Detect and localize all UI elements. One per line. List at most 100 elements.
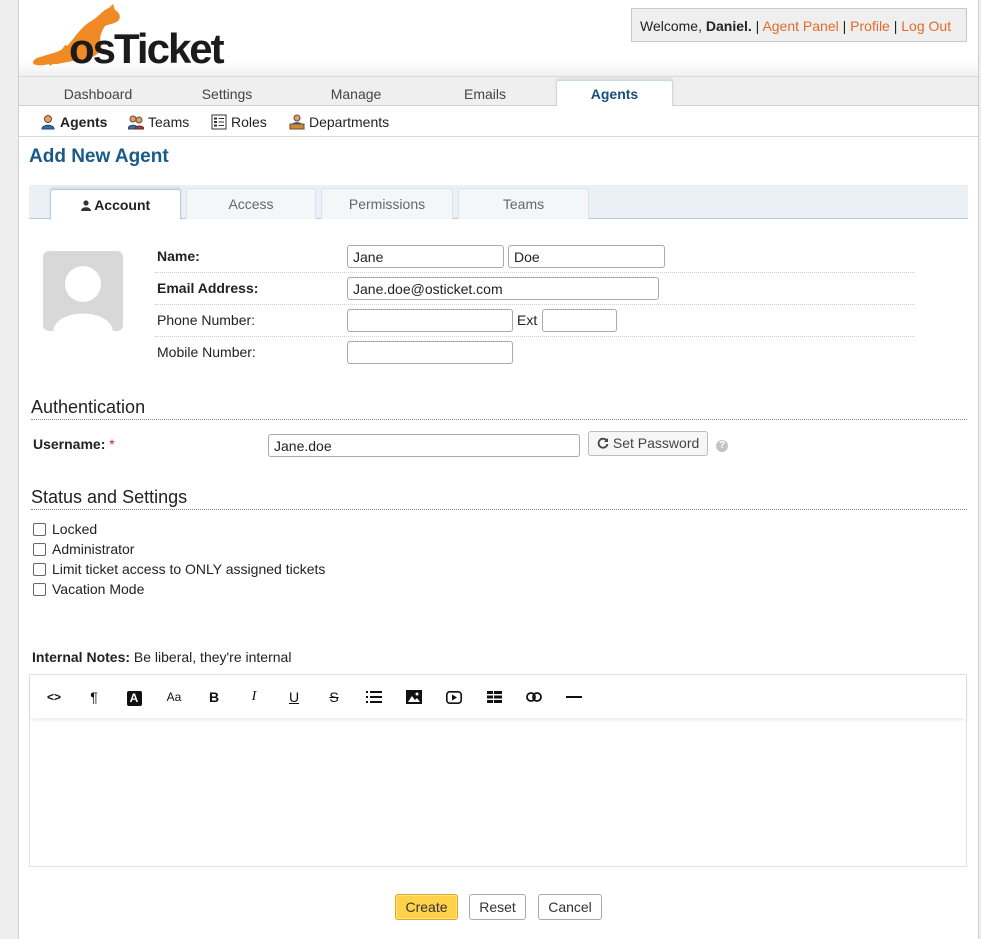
- name-label: Name:: [157, 248, 200, 264]
- username-label: Username:: [33, 436, 106, 452]
- agent-panel-link[interactable]: Agent Panel: [762, 18, 838, 34]
- video-icon[interactable]: [443, 687, 465, 707]
- strikethrough-icon[interactable]: S: [323, 687, 345, 707]
- main-nav: Dashboard Settings Manage Emails Agents: [19, 76, 978, 108]
- editor-content-area[interactable]: [30, 718, 966, 866]
- limit-access-label: Limit ticket access to ONLY assigned tic…: [52, 561, 326, 577]
- subnav-item-teams[interactable]: Teams: [128, 112, 189, 132]
- help-icon[interactable]: ?: [716, 440, 728, 452]
- subnav-label: Roles: [231, 114, 267, 130]
- administrator-checkbox[interactable]: [33, 543, 46, 556]
- section-divider: [31, 509, 967, 510]
- underline-icon[interactable]: U: [283, 687, 305, 707]
- image-glyph: [406, 690, 422, 704]
- tab-access[interactable]: Access: [186, 188, 316, 219]
- departments-icon: [289, 114, 305, 130]
- roles-icon: [211, 114, 227, 130]
- image-icon[interactable]: [403, 687, 425, 707]
- tab-account[interactable]: Account: [50, 189, 181, 220]
- phone-input[interactable]: [347, 309, 513, 332]
- tab-teams[interactable]: Teams: [458, 188, 589, 219]
- set-password-button[interactable]: Set Password: [588, 431, 708, 456]
- subnav-item-departments[interactable]: Departments: [289, 112, 389, 132]
- vacation-mode-checkbox-row[interactable]: Vacation Mode: [33, 580, 144, 598]
- username-label-wrap: Username: *: [33, 436, 115, 452]
- locked-label: Locked: [52, 521, 98, 537]
- header: osTicket Welcome, Daniel. | Agent Panel …: [19, 0, 978, 76]
- cancel-button[interactable]: Cancel: [538, 894, 602, 920]
- subnav-item-agents[interactable]: Agents: [40, 112, 107, 132]
- refresh-icon: [597, 437, 609, 449]
- page-container: osTicket Welcome, Daniel. | Agent Panel …: [18, 0, 979, 939]
- authentication-heading: Authentication: [31, 397, 146, 417]
- first-name-input[interactable]: [347, 245, 504, 268]
- tab-permissions[interactable]: Permissions: [321, 188, 453, 219]
- nav-tab-emails[interactable]: Emails: [420, 77, 550, 107]
- link-glyph: [526, 692, 542, 702]
- user-info-box: Welcome, Daniel. | Agent Panel | Profile…: [631, 8, 967, 42]
- username-input[interactable]: [268, 434, 580, 457]
- horizontal-rule-glyph: [566, 696, 582, 698]
- separator: |: [838, 18, 851, 34]
- ext-label: Ext: [517, 312, 538, 328]
- nav-tab-agents[interactable]: Agents: [556, 80, 673, 108]
- email-row: Email Address:: [155, 273, 915, 305]
- nav-tab-dashboard[interactable]: Dashboard: [33, 77, 163, 107]
- html-icon[interactable]: <>: [43, 687, 65, 707]
- separator: |: [751, 18, 763, 34]
- form-tabs: Account Access Permissions Teams: [29, 185, 968, 220]
- vacation-mode-checkbox[interactable]: [33, 583, 46, 596]
- notes-label: Internal Notes:: [32, 649, 131, 665]
- link-icon[interactable]: [523, 687, 545, 707]
- vacation-mode-label: Vacation Mode: [52, 581, 145, 597]
- locked-checkbox[interactable]: [33, 523, 46, 536]
- name-row: Name:: [155, 241, 915, 273]
- last-name-input[interactable]: [508, 245, 665, 268]
- paragraph-icon[interactable]: ¶: [83, 687, 105, 707]
- phone-label: Phone Number:: [157, 312, 256, 328]
- subnav-label: Teams: [148, 114, 190, 130]
- text-color-glyph: A: [126, 691, 142, 706]
- mobile-input[interactable]: [347, 341, 513, 364]
- profile-link[interactable]: Profile: [850, 18, 890, 34]
- required-mark: *: [109, 436, 115, 452]
- set-password-label: Set Password: [612, 435, 700, 451]
- italic-icon[interactable]: I: [243, 687, 265, 707]
- table-icon[interactable]: [483, 687, 505, 707]
- font-size-icon[interactable]: Aa: [163, 687, 185, 707]
- nav-tab-settings[interactable]: Settings: [162, 77, 292, 107]
- table-glyph: [486, 691, 502, 703]
- sub-nav: Agents Teams Roles Departments: [19, 106, 978, 137]
- list-icon[interactable]: [363, 687, 385, 707]
- locked-checkbox-row[interactable]: Locked: [33, 520, 97, 538]
- osticket-logo[interactable]: osTicket: [27, 2, 237, 72]
- limit-access-checkbox-row[interactable]: Limit ticket access to ONLY assigned tic…: [33, 560, 325, 578]
- reset-button[interactable]: Reset: [469, 894, 526, 920]
- create-button[interactable]: Create: [395, 894, 458, 920]
- video-glyph: [446, 691, 462, 704]
- notes-hint: Be liberal, they're internal: [133, 649, 292, 665]
- nav-tab-manage[interactable]: Manage: [291, 77, 421, 107]
- avatar: [43, 251, 123, 331]
- log-out-link[interactable]: Log Out: [901, 18, 951, 34]
- mobile-row: Mobile Number:: [155, 337, 915, 369]
- ext-input[interactable]: [542, 309, 617, 332]
- horizontal-rule-icon[interactable]: [563, 687, 585, 707]
- internal-notes-label: Internal Notes: Be liberal, they're inte…: [32, 649, 291, 665]
- agent-icon: [41, 115, 55, 130]
- status-heading: Status and Settings: [31, 487, 188, 507]
- bold-icon[interactable]: B: [203, 687, 225, 707]
- text-color-icon[interactable]: A: [123, 687, 145, 707]
- subnav-item-roles[interactable]: Roles: [211, 112, 267, 132]
- list-glyph: [366, 691, 382, 703]
- teams-icon: [128, 115, 144, 130]
- editor-toolbar: <> ¶ A Aa B I U S: [30, 675, 966, 718]
- tab-label: Account: [94, 197, 151, 213]
- administrator-checkbox-row[interactable]: Administrator: [33, 540, 134, 558]
- separator: |: [889, 18, 902, 34]
- user-name: Daniel: [705, 18, 748, 34]
- email-input[interactable]: [347, 277, 659, 300]
- limit-access-checkbox[interactable]: [33, 563, 46, 576]
- subnav-label: Departments: [309, 114, 390, 130]
- logo-ticket: Ticket: [114, 25, 225, 72]
